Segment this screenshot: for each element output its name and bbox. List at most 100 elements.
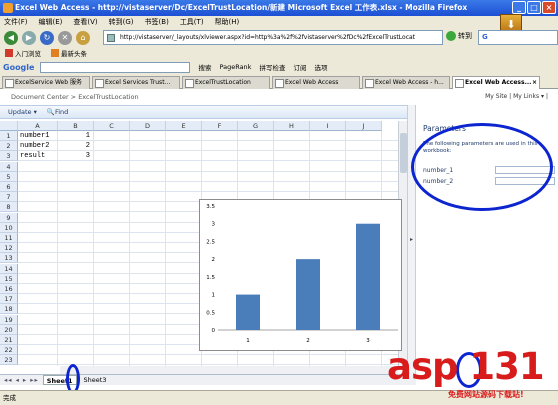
row-header[interactable]: 15 (0, 273, 18, 284)
y-tick-label: 3.5 (206, 204, 215, 210)
row-header[interactable]: 12 (0, 243, 18, 254)
select-all-corner[interactable] (0, 121, 18, 131)
browser-tabs: ExcelService Web 服务 Excel Services Trust… (0, 75, 558, 89)
cell[interactable]: 1 (58, 131, 90, 141)
y-tick-label: 2 (212, 257, 216, 263)
update-menu[interactable]: Update ▾ (8, 108, 37, 116)
row-header[interactable]: 20 (0, 324, 18, 335)
browser-tab-active[interactable]: Excel Web Access... × (452, 76, 540, 89)
menu-tools[interactable]: 工具(T) (180, 16, 204, 29)
row-header[interactable]: 19 (0, 314, 18, 325)
address-bar[interactable]: http://vistaserver/_layouts/xlviewer.asp… (103, 30, 443, 45)
row-header[interactable]: 23 (0, 355, 18, 366)
column-header[interactable]: J (346, 121, 382, 131)
row-header[interactable]: 6 (0, 182, 18, 192)
my-site-link[interactable]: My Site (485, 93, 507, 100)
menu-bookmarks[interactable]: 书签(B) (145, 16, 169, 29)
menu-go[interactable]: 转到(G) (109, 16, 134, 29)
menu-help[interactable]: 帮助(H) (215, 16, 240, 29)
row-header[interactable]: 17 (0, 294, 18, 305)
x-tick-label: 3 (366, 338, 370, 344)
column-header[interactable]: H (274, 121, 310, 131)
google-search-input[interactable] (40, 61, 191, 73)
row-header[interactable]: 5 (0, 171, 18, 182)
cell[interactable]: 3 (58, 151, 90, 161)
row-header[interactable]: 18 (0, 304, 18, 315)
column-header[interactable]: I (310, 121, 346, 131)
pagerank-button[interactable]: PageRank (219, 63, 251, 71)
row-header[interactable]: 10 (0, 222, 18, 233)
cell[interactable]: result (20, 151, 60, 161)
sheet-tab-sheet3[interactable]: Sheet3 (81, 375, 110, 385)
sheet-nav-arrows[interactable]: ◂◂ ◂ ▸ ▸▸ (4, 376, 39, 384)
browser-tab[interactable]: ExcelService Web 服务 (2, 76, 90, 89)
bookmark-item[interactable]: 最新头条 (51, 48, 87, 58)
row-header[interactable]: 9 (0, 212, 18, 223)
row-header[interactable]: 1 (0, 131, 18, 141)
column-header[interactable]: D (130, 121, 166, 131)
tab-close-icon[interactable]: × (532, 77, 537, 88)
spellcheck-button[interactable]: 拼写检查 (259, 62, 285, 72)
row-header[interactable]: 3 (0, 151, 18, 162)
column-header[interactable]: A (18, 121, 58, 131)
row-header[interactable]: 13 (0, 253, 18, 264)
excel-toolbar: Update ▾ 🔍Find (0, 105, 416, 119)
stop-icon[interactable]: ✕ (58, 31, 72, 45)
row-header[interactable]: 7 (0, 192, 18, 203)
browser-tab[interactable]: ExcelTrustLocation (182, 76, 270, 89)
forward-icon[interactable]: ▶ (22, 31, 36, 45)
row-header[interactable]: 14 (0, 263, 18, 274)
gridline (93, 131, 94, 366)
bookmark-label: 入门浏览 (15, 50, 41, 58)
browser-tab[interactable]: Excel Web Access - h... (362, 76, 450, 89)
browser-tab[interactable]: Excel Services Trust... (92, 76, 180, 89)
breadcrumb[interactable]: Document Center > ExcelTrustLocation (11, 93, 139, 101)
pane-splitter[interactable]: ▸ (407, 105, 416, 375)
row-header[interactable]: 11 (0, 233, 18, 243)
subscribe-button[interactable]: 订阅 (293, 62, 306, 72)
menu-file[interactable]: 文件(F) (4, 16, 28, 29)
column-header[interactable]: G (238, 121, 274, 131)
cell[interactable]: 2 (58, 141, 90, 151)
home-icon[interactable]: ⌂ (76, 31, 90, 45)
gridline (18, 354, 398, 356)
gridline (165, 131, 166, 366)
watermark-subtitle: 免费网站源码下载站! (448, 390, 524, 399)
row-header[interactable]: 16 (0, 284, 18, 294)
cell[interactable]: number2 (20, 141, 60, 151)
column-header[interactable]: F (202, 121, 238, 131)
horizontal-scrollbar[interactable] (60, 366, 398, 374)
go-label: 转到 (458, 32, 472, 40)
column-header[interactable]: E (166, 121, 202, 131)
maximize-button[interactable]: □ (527, 1, 541, 14)
my-links-link[interactable]: My Links (513, 93, 539, 100)
window-title: Excel Web Access - http://vistaserver/Dc… (15, 3, 468, 12)
scroll-thumb[interactable] (400, 133, 407, 173)
minimize-button[interactable]: _ (512, 1, 526, 14)
column-header[interactable]: C (94, 121, 130, 131)
find-button[interactable]: 🔍Find (47, 108, 68, 116)
menu-view[interactable]: 查看(V) (73, 16, 97, 29)
go-button[interactable]: 转到 (446, 31, 472, 41)
row-header[interactable]: 2 (0, 141, 18, 152)
cell[interactable]: number1 (20, 131, 60, 141)
browser-tab[interactable]: Excel Web Access (272, 76, 360, 89)
row-header[interactable]: 8 (0, 202, 18, 213)
y-tick-label: 1 (212, 293, 216, 299)
search-box[interactable]: G (478, 30, 558, 45)
row-header[interactable]: 22 (0, 345, 18, 356)
menu-edit[interactable]: 编辑(E) (39, 16, 63, 29)
page-icon (107, 34, 115, 42)
google-search-button[interactable]: 搜索 (198, 62, 211, 72)
row-header[interactable]: 4 (0, 161, 18, 172)
row-header[interactable]: 21 (0, 335, 18, 345)
close-button[interactable]: × (542, 1, 556, 14)
column-header[interactable]: B (58, 121, 94, 131)
update-label: Update (8, 108, 32, 116)
gridline (18, 191, 398, 192)
reload-icon[interactable]: ↻ (40, 31, 54, 45)
my-site-links: My Site | My Links ▾ | (485, 93, 548, 100)
back-icon[interactable]: ◀ (4, 31, 18, 45)
bookmark-item[interactable]: 入门浏览 (5, 48, 41, 58)
options-button[interactable]: 选项 (314, 62, 327, 72)
